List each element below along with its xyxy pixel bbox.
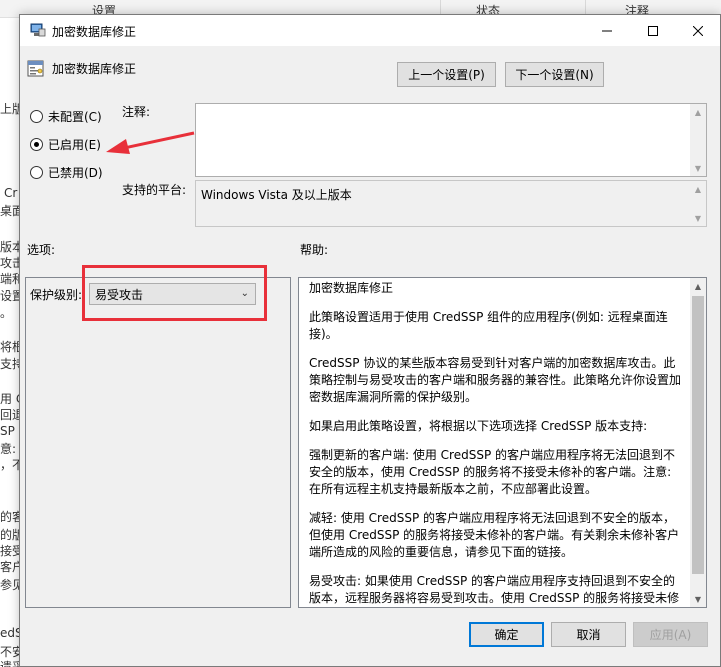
radio-label: 已启用(E) (48, 138, 101, 152)
scroll-down-icon[interactable]: ▼ (690, 160, 706, 176)
annotation-highlight-box (82, 265, 267, 321)
background-fragment: Cr (4, 186, 18, 200)
policy-setting-icon (27, 60, 44, 77)
comment-textarea[interactable]: ▲ ▼ (195, 103, 707, 177)
help-paragraph: 加密数据库修正 (309, 281, 394, 295)
background-fragment: 。 (0, 306, 13, 320)
window-title: 加密数据库修正 (52, 25, 137, 39)
options-label: 选项: (27, 243, 56, 257)
help-panel: 加密数据库修正 此策略设置适用于使用 CredSSP 组件的应用程序(例如: 远… (298, 277, 707, 608)
platform-scrollbar[interactable]: ▲ ▼ (690, 181, 706, 226)
group-policy-icon (30, 23, 46, 37)
radio-not-configured[interactable]: 未配置(C) (30, 108, 102, 125)
help-paragraph: CredSSP 协议的某些版本容易受到针对客户端的加密数据库攻击。此策略控制与易… (309, 356, 682, 404)
radio-disabled[interactable]: 已禁用(D) (30, 164, 103, 181)
radio-label: 已禁用(D) (48, 166, 103, 180)
scroll-up-icon[interactable]: ▲ (690, 278, 706, 294)
protection-level-label: 保护级别: (30, 288, 83, 302)
platform-value: Windows Vista 及以上版本 (201, 188, 352, 202)
previous-setting-button[interactable]: 上一个设置(P) (397, 62, 496, 87)
help-text: 加密数据库修正 此策略设置适用于使用 CredSSP 组件的应用程序(例如: 远… (309, 278, 684, 607)
options-panel: 保护级别: 易受攻击 ⌄ (25, 265, 291, 608)
help-paragraph: 减轻: 使用 CredSSP 的客户端应用程序将无法回退到不安全的版本，但使用 … (309, 511, 680, 559)
close-icon (693, 25, 703, 36)
scroll-up-icon[interactable]: ▲ (690, 181, 706, 197)
maximize-button[interactable] (630, 15, 676, 46)
radio-button[interactable] (30, 110, 43, 123)
platform-field: Windows Vista 及以上版本 ▲ ▼ (195, 180, 707, 227)
radio-label: 未配置(C) (48, 110, 102, 124)
scroll-up-icon[interactable]: ▲ (690, 104, 706, 120)
close-button[interactable] (675, 15, 721, 46)
radio-button[interactable] (30, 166, 43, 179)
cancel-button[interactable]: 取消 (551, 622, 626, 647)
setting-title: 加密数据库修正 (52, 62, 137, 76)
ok-button[interactable]: 确定 (469, 622, 544, 647)
next-setting-button[interactable]: 下一个设置(N) (505, 62, 604, 87)
title-bar[interactable]: 加密数据库修正 (20, 15, 720, 46)
scroll-down-icon[interactable]: ▼ (690, 591, 706, 607)
help-label: 帮助: (300, 243, 329, 257)
help-paragraph: 此策略设置适用于使用 CredSSP 组件的应用程序(例如: 远程桌面连接)。 (309, 310, 668, 341)
maximize-icon (648, 25, 658, 36)
platform-label: 支持的平台: (122, 183, 187, 197)
minimize-icon (602, 30, 612, 31)
radio-enabled[interactable]: 已启用(E) (30, 136, 101, 153)
help-paragraph: 如果启用此策略设置，将根据以下选项选择 CredSSP 版本支持: (309, 419, 648, 433)
background-fragment: 意: (0, 442, 17, 456)
policy-dialog: 加密数据库修正 加密数据库修正 上一个设置(P) 下一个设置(N) 未配置(C)… (19, 14, 721, 667)
annotation-arrow-icon (106, 131, 195, 154)
help-paragraph: 易受攻击: 如果使用 CredSSP 的客户端应用程序支持回退到不安全的版本，远… (309, 574, 680, 605)
minimize-button[interactable] (584, 15, 630, 46)
comment-scrollbar[interactable]: ▲ ▼ (690, 104, 706, 176)
help-scrollbar[interactable]: ▲ ▼ (690, 278, 706, 607)
comment-label: 注释: (122, 105, 151, 119)
help-paragraph: 强制更新的客户端: 使用 CredSSP 的客户端应用程序将无法回退到不安全的版… (309, 448, 676, 496)
scroll-down-icon[interactable]: ▼ (690, 210, 706, 226)
scroll-thumb[interactable] (692, 296, 704, 574)
radio-button[interactable] (30, 138, 43, 151)
apply-button[interactable]: 应用(A) (633, 622, 708, 647)
